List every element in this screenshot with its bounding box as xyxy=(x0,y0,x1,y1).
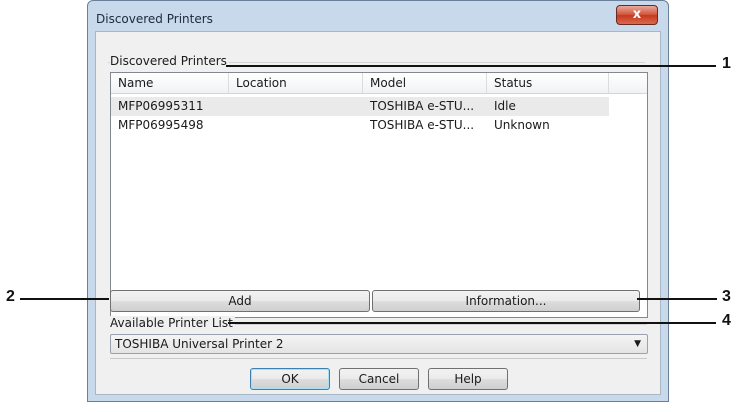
ok-button[interactable]: OK xyxy=(250,368,330,390)
dialog-client-area: Discovered Printers Name Location Model … xyxy=(95,31,661,395)
window-title: Discovered Printers xyxy=(96,12,213,26)
chevron-down-icon[interactable]: ▼ xyxy=(634,335,641,353)
callout-number-4: 4 xyxy=(722,312,731,329)
row-name: MFP06995311 xyxy=(118,99,204,113)
table-row[interactable]: MFP06995498 TOSHIBA e-STU... Unknown xyxy=(111,116,609,135)
row-status: Idle xyxy=(494,99,516,113)
information-button[interactable]: Information... xyxy=(372,290,640,312)
add-button[interactable]: Add xyxy=(110,290,370,312)
row-model: TOSHIBA e-STU... xyxy=(370,99,475,113)
column-header-status[interactable]: Status xyxy=(487,73,609,93)
callout-number-1: 1 xyxy=(722,55,731,72)
available-printer-dropdown[interactable]: TOSHIBA Universal Printer 2 ▼ xyxy=(110,334,648,354)
discovered-printers-group-label: Discovered Printers xyxy=(110,54,229,68)
list-header: Name Location Model Status xyxy=(111,73,647,94)
close-icon: x xyxy=(632,7,642,22)
row-name: MFP06995498 xyxy=(118,118,204,132)
callout-line-4 xyxy=(228,322,716,324)
help-button[interactable]: Help xyxy=(428,368,508,390)
table-row[interactable]: MFP06995311 TOSHIBA e-STU... Idle xyxy=(111,97,609,116)
cancel-button[interactable]: Cancel xyxy=(339,368,419,390)
close-button[interactable]: x xyxy=(616,5,658,25)
callout-line-2 xyxy=(20,298,109,300)
column-header-model[interactable]: Model xyxy=(363,73,487,93)
callout-line-1 xyxy=(226,65,716,67)
button-separator xyxy=(110,358,647,359)
column-header-filler xyxy=(609,73,647,93)
title-bar[interactable]: Discovered Printers x xyxy=(88,1,668,35)
row-status: Unknown xyxy=(494,118,550,132)
discovered-printers-list[interactable]: Name Location Model Status MFP06995311 T… xyxy=(110,72,648,318)
available-printer-list-label: Available Printer List xyxy=(110,316,235,330)
callout-number-2: 2 xyxy=(6,288,15,305)
callout-number-3: 3 xyxy=(722,288,731,305)
column-header-name[interactable]: Name xyxy=(111,73,229,93)
row-model: TOSHIBA e-STU... xyxy=(370,118,475,132)
callout-line-3 xyxy=(637,298,717,300)
discovered-printers-dialog: Discovered Printers x Discovered Printer… xyxy=(87,0,669,402)
column-header-location[interactable]: Location xyxy=(229,73,363,93)
selected-printer-value: TOSHIBA Universal Printer 2 xyxy=(115,337,284,351)
